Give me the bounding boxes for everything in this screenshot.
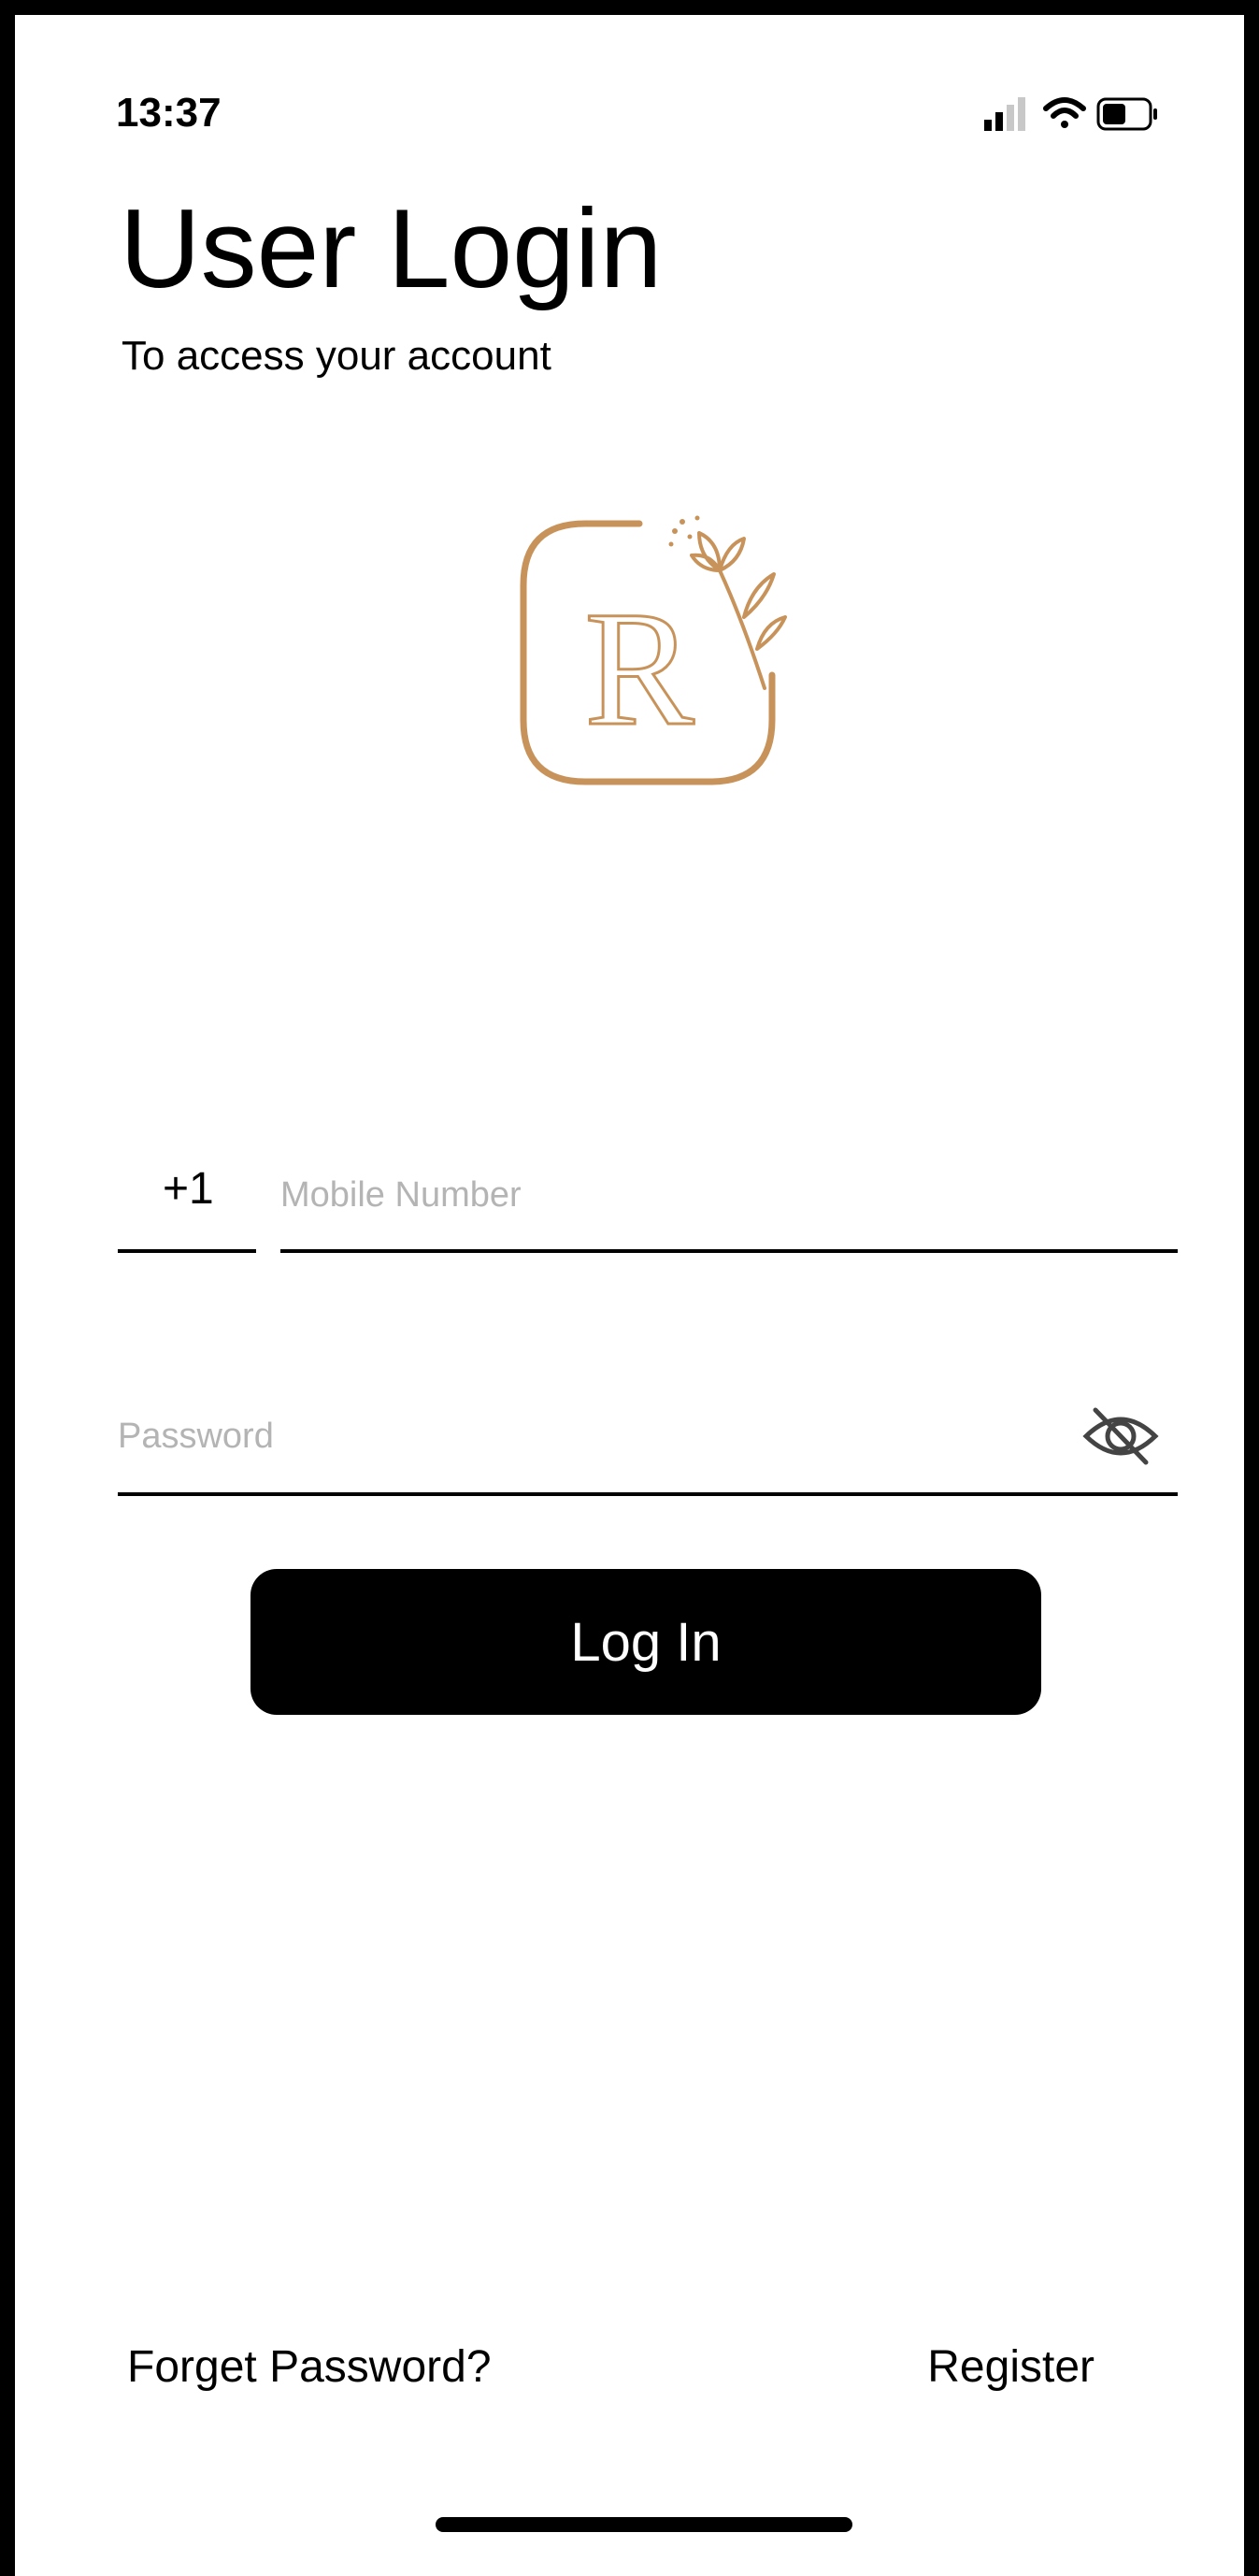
page-title: User Login xyxy=(120,186,663,311)
status-icons xyxy=(984,97,1157,131)
page-subtitle: To access your account xyxy=(122,333,551,379)
forget-password-link[interactable]: Forget Password? xyxy=(127,2341,492,2393)
battery-icon xyxy=(1096,97,1157,131)
password-input[interactable] xyxy=(118,1408,1052,1464)
login-screen: 13:37 User Login To access your account … xyxy=(0,0,1259,2576)
country-code-selector[interactable]: +1 xyxy=(163,1163,214,1215)
wifi-icon xyxy=(1043,97,1086,128)
mobile-number-input[interactable] xyxy=(280,1167,1178,1223)
home-indicator xyxy=(436,2517,852,2532)
login-button[interactable]: Log In xyxy=(250,1569,1041,1715)
eye-slash-icon[interactable] xyxy=(1079,1403,1163,1470)
mobile-number-underline xyxy=(280,1249,1178,1253)
flower-icon xyxy=(690,531,787,690)
logo-letter: R xyxy=(584,578,694,760)
password-underline xyxy=(118,1492,1178,1496)
status-time: 13:37 xyxy=(116,90,222,136)
signal-icon xyxy=(984,97,1025,131)
country-code-underline xyxy=(118,1249,256,1253)
brand-logo: R xyxy=(520,515,787,785)
register-link[interactable]: Register xyxy=(927,2341,1094,2393)
